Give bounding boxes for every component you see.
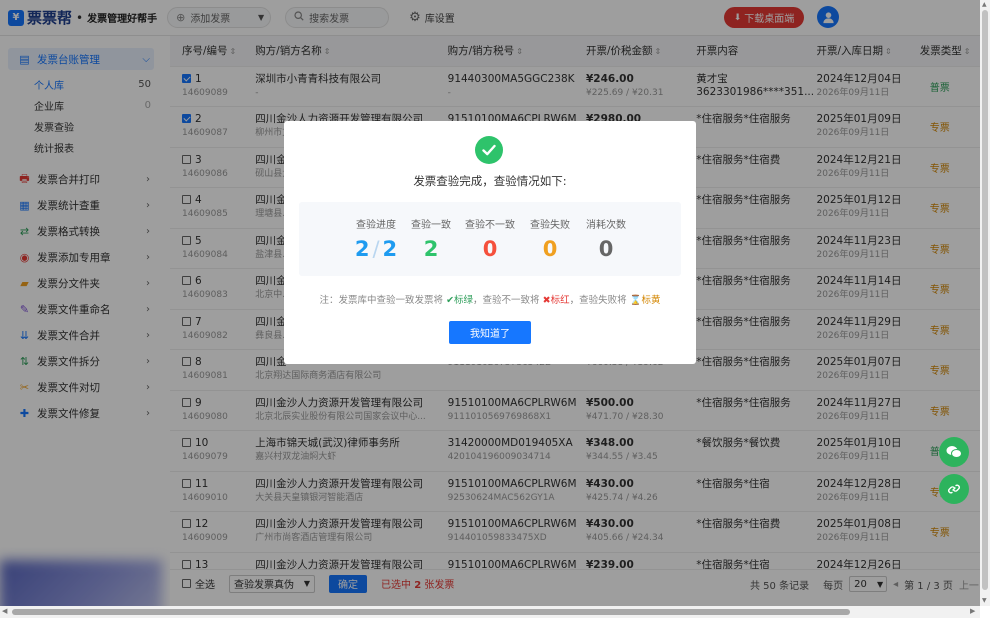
scroll-thumb[interactable] (982, 10, 988, 590)
link-icon (948, 484, 960, 494)
dialog-note: 注：发票库中查验一致发票将 ✔标绿，查验不一致将 ✖标红，查验失败将 ⌛标黄 (319, 295, 661, 306)
scroll-left-icon[interactable]: ◀ (2, 607, 7, 615)
stat-consumed: 消耗次数 0 (586, 220, 626, 261)
check-result-dialog: 发票查验完成，查验情况如下: 查验进度 2/2 查验一致 2 查验不一致 0 查… (284, 121, 696, 364)
check-stats-panel: 查验进度 2/2 查验一致 2 查验不一致 0 查验失败 0 消耗次数 0 (299, 202, 681, 276)
scroll-up-icon[interactable]: ▲ (982, 1, 987, 8)
link-float-button[interactable] (939, 474, 969, 504)
scroll-thumb[interactable] (12, 609, 850, 615)
wechat-icon (946, 446, 962, 458)
green-mark-icon: ✔ (446, 295, 455, 306)
wechat-float-button[interactable] (939, 437, 969, 467)
dialog-title: 发票查验完成，查验情况如下: (413, 174, 567, 188)
app-window: ¥ 票票帮 • 发票管理好帮手 ⊕ 添加发票 ▼ 搜索发票 ⚙ 库设置 ⬇ 下载… (0, 0, 990, 618)
red-mark-icon: ✖ (542, 295, 551, 306)
yellow-mark-icon: ⌛ (629, 295, 642, 306)
vertical-scrollbar[interactable]: ▲ ▼ (980, 0, 990, 606)
scroll-right-icon[interactable]: ▶ (970, 607, 975, 615)
horizontal-scrollbar[interactable]: ◀ ▶ (0, 606, 980, 618)
scroll-down-icon[interactable]: ▼ (982, 597, 987, 604)
success-check-icon (475, 136, 503, 164)
acknowledge-button[interactable]: 我知道了 (449, 321, 531, 344)
